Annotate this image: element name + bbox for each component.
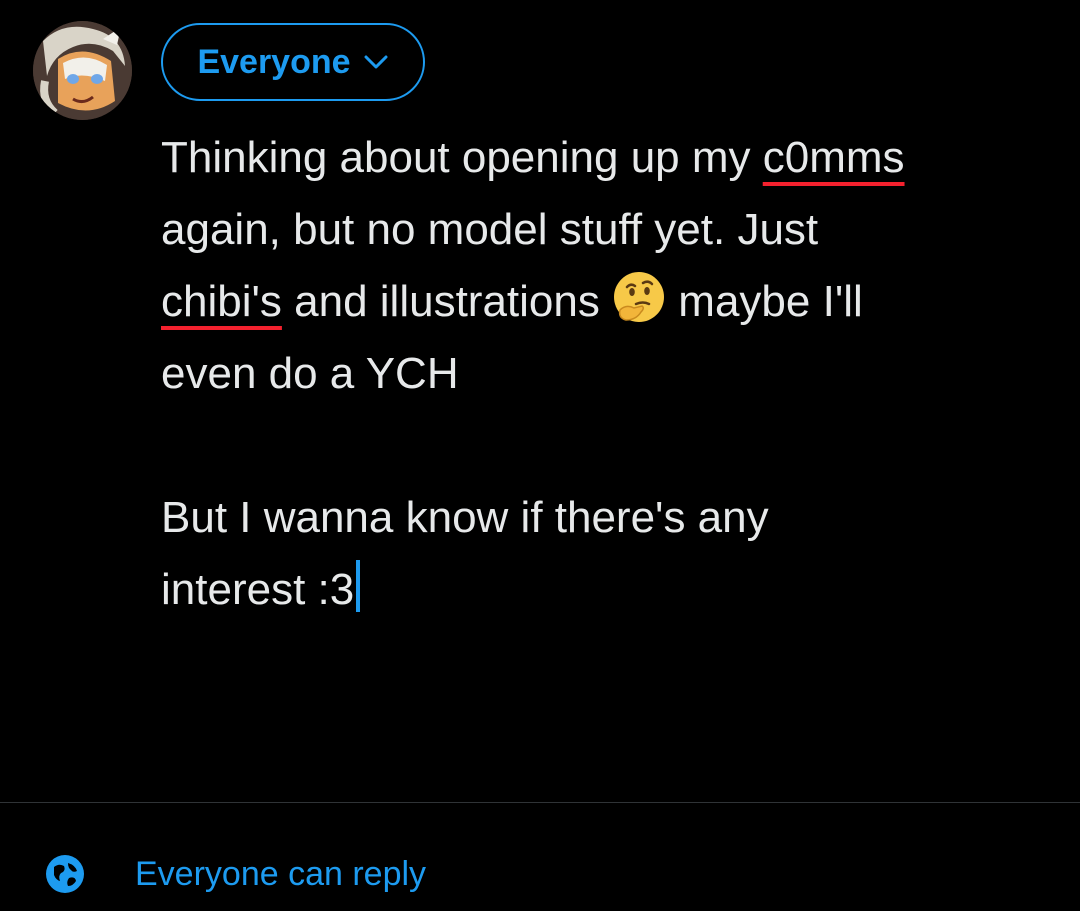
tweet-composer-textarea[interactable]: Thinking about opening up my c0mms again,…: [161, 122, 1051, 626]
composer-text: Thinking about opening up my: [161, 133, 763, 182]
composer-line: interest :3: [161, 554, 1051, 626]
avatar[interactable]: [33, 21, 132, 120]
composer-line: chibi's and illustrations maybe I'll: [161, 266, 1051, 338]
globe-icon: [46, 855, 84, 893]
misspelled-word[interactable]: c0mms: [763, 133, 905, 182]
composer-text: again, but no model stuff yet. Just: [161, 205, 819, 254]
composer-line: again, but no model stuff yet. Just: [161, 194, 1051, 266]
thinking-face-emoji: [614, 272, 665, 322]
composer-text: interest :3: [161, 565, 355, 614]
composer-text: and illustrations: [281, 277, 613, 326]
chevron-down-icon: [364, 55, 388, 69]
composer-text: even do a YCH: [161, 349, 459, 398]
reply-setting-button[interactable]: Everyone can reply: [45, 846, 426, 902]
text-caret: [356, 560, 361, 612]
reply-setting-label: Everyone can reply: [135, 854, 427, 893]
misspelled-word[interactable]: chibi's: [161, 277, 282, 326]
audience-selector-button[interactable]: Everyone: [161, 23, 425, 101]
composer-line: Thinking about opening up my c0mms: [161, 122, 1051, 194]
composer-line: [161, 410, 1051, 482]
composer-line: even do a YCH: [161, 338, 1051, 410]
avatar-image: [33, 21, 132, 120]
composer-text: maybe I'll: [666, 277, 863, 326]
audience-label: Everyone: [197, 42, 351, 81]
composer-line: But I wanna know if there's any: [161, 482, 1051, 554]
composer-text: But I wanna know if there's any: [161, 493, 769, 542]
divider: [0, 802, 1080, 803]
